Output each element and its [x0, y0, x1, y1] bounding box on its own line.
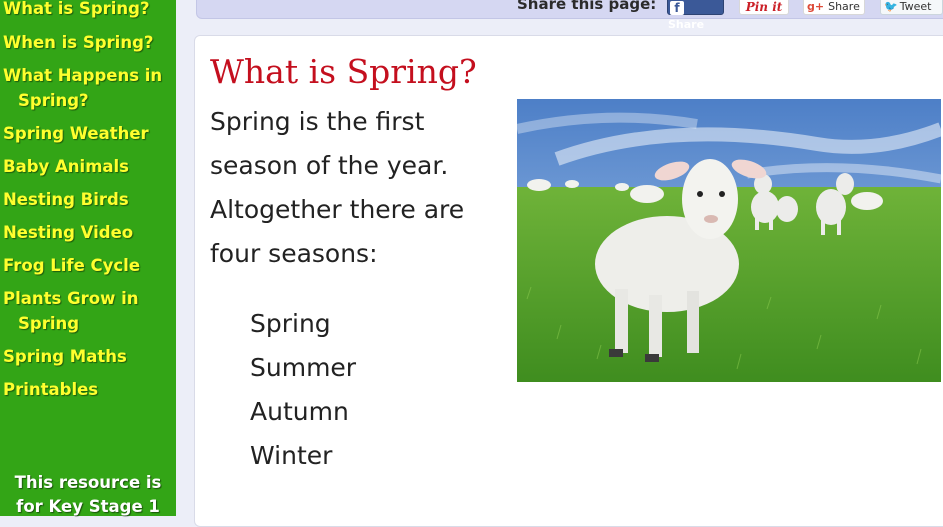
key-stage-note: This resource is for Key Stage 1 [0, 471, 176, 519]
sidebar-item-nesting-video[interactable]: Nesting Video [3, 220, 173, 245]
page-title: What is Spring? [210, 52, 477, 91]
season-item: Winter [250, 441, 333, 470]
sidebar-item-label: Baby Animals [3, 157, 129, 176]
sidebar-item-label: Printables [3, 380, 99, 399]
facebook-share-button[interactable]: f Share [667, 0, 724, 31]
sidebar-item-plants-grow-in-spring[interactable]: Plants Grow in Spring [3, 286, 173, 336]
pinterest-pin-button[interactable]: Pin it [739, 0, 789, 15]
tweet-label: Tweet [899, 0, 932, 13]
sidebar-item-frog-life-cycle[interactable]: Frog Life Cycle [3, 253, 173, 278]
seasons-list: Spring Summer Autumn Winter [250, 302, 356, 478]
intro-line: Altogether there are [210, 195, 465, 224]
tweet-button[interactable]: 🐦 Tweet [880, 0, 943, 15]
sidebar-nav: What is Spring? When is Spring? What Hap… [0, 0, 176, 516]
facebook-icon: f [670, 1, 684, 15]
sidebar-item-nesting-birds[interactable]: Nesting Birds [3, 187, 173, 212]
sidebar-item-label: When is Spring? [3, 33, 154, 52]
sidebar-item-label: Plants Grow in [3, 289, 139, 308]
sidebar-item-when-is-spring[interactable]: When is Spring? [3, 30, 173, 55]
sidebar-item-label: Spring? [18, 91, 89, 110]
sidebar-item-spring-weather[interactable]: Spring Weather [3, 121, 173, 146]
key-stage-note-line: This resource is [14, 473, 162, 492]
sidebar-item-label: Nesting Video [3, 223, 134, 242]
intro-line: four seasons: [210, 239, 378, 268]
google-plus-share-label: Share [828, 0, 860, 13]
sidebar-item-printables[interactable]: Printables [3, 377, 173, 402]
google-plus-share-button[interactable]: g+ Share [803, 0, 865, 15]
season-item: Autumn [250, 397, 349, 426]
sidebar-item-label: Spring Maths [3, 347, 127, 366]
key-stage-note-line: for Key Stage 1 [16, 497, 160, 516]
sidebar-item-label: What is Spring? [3, 0, 150, 18]
lambs-in-field-photo [517, 99, 941, 382]
intro-line: Spring is the first [210, 107, 425, 136]
sidebar-item-spring-maths[interactable]: Spring Maths [3, 344, 173, 369]
intro-line: season of the year. [210, 151, 449, 180]
sidebar-item-label: Spring [18, 314, 80, 333]
facebook-share-label: Share [668, 18, 705, 31]
sidebar-item-label: What Happens in [3, 66, 163, 85]
sidebar-item-label: Nesting Birds [3, 190, 129, 209]
twitter-bird-icon: 🐦 [884, 0, 898, 13]
sidebar-item-baby-animals[interactable]: Baby Animals [3, 154, 173, 179]
sidebar-item-what-happens-in-spring[interactable]: What Happens in Spring? [3, 63, 173, 113]
sidebar-item-label: Frog Life Cycle [3, 256, 141, 275]
share-label: Share this page: [517, 0, 657, 13]
season-item: Summer [250, 353, 357, 382]
google-plus-icon: g+ [807, 0, 825, 13]
sidebar-item-what-is-spring[interactable]: What is Spring? [3, 0, 173, 21]
intro-paragraph: Spring is the first season of the year. … [210, 100, 500, 276]
sidebar-item-label: Spring Weather [3, 124, 149, 143]
season-item: Spring [250, 309, 331, 338]
